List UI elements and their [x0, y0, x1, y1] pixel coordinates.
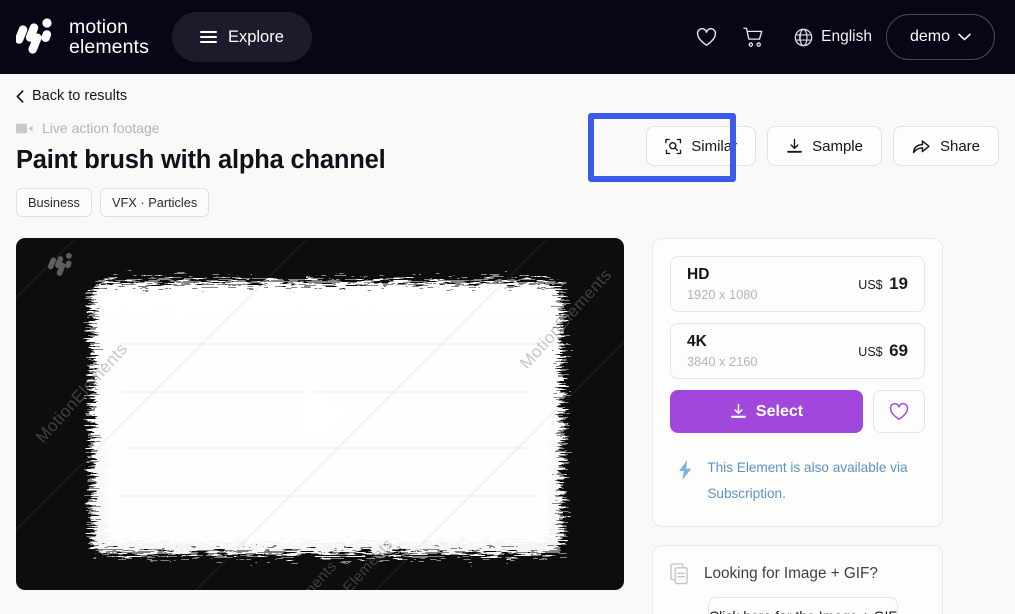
detail-content: MotionElements MotionElements MotionElem…	[16, 238, 999, 614]
download-icon	[787, 138, 802, 153]
fourk-name: 4K	[687, 333, 707, 350]
logo[interactable]: motion elements	[16, 17, 149, 57]
image-gif-panel: Looking for Image + GIF? Click here for …	[652, 545, 943, 614]
purchase-row: Select	[670, 390, 925, 433]
similar-search-icon	[665, 138, 682, 154]
logo-text: motion elements	[69, 17, 149, 57]
cart-icon	[743, 27, 763, 47]
resolution-option-4k[interactable]: 4K 3840 x 2160 US$ 69	[670, 323, 925, 379]
account-label: demo	[909, 28, 950, 45]
sample-label: Sample	[812, 137, 863, 155]
account-menu-button[interactable]: demo	[885, 14, 995, 60]
cart-button[interactable]	[730, 15, 778, 59]
watermark-logo-icon	[48, 252, 72, 276]
item-actions: Similar Sample Share	[646, 126, 999, 166]
chevron-down-icon	[958, 33, 971, 41]
share-button[interactable]: Share	[892, 126, 999, 166]
explore-button[interactable]: Explore	[171, 12, 312, 62]
tag-vfx-particles[interactable]: VFX · Particles	[99, 188, 210, 217]
fourk-price: US$ 69	[858, 341, 908, 361]
select-button[interactable]: Select	[670, 390, 863, 433]
subscription-text[interactable]: This Element is also available via Subsc…	[707, 455, 923, 507]
add-to-favorites-button[interactable]	[873, 390, 925, 433]
purchase-rail: HD 1920 x 1080 US$ 19 4K 3840 x 2160 US$	[652, 238, 943, 614]
hamburger-icon	[199, 30, 217, 44]
hd-amount: 19	[889, 274, 908, 293]
similar-label: Similar	[691, 137, 738, 155]
favorites-button[interactable]	[682, 15, 730, 59]
logo-line-1: motion	[69, 16, 129, 38]
similar-button[interactable]: Similar	[646, 126, 757, 166]
fourk-currency: US$	[858, 345, 883, 359]
chevron-left-icon	[16, 89, 24, 103]
header-actions: English demo	[682, 14, 995, 60]
play-button-icon[interactable]	[283, 377, 357, 451]
fourk-dimensions: 3840 x 2160	[687, 354, 758, 369]
hd-currency: US$	[858, 278, 883, 292]
tag-list: Business VFX · Particles	[16, 188, 999, 217]
globe-icon	[794, 28, 813, 46]
tag-business[interactable]: Business	[16, 188, 92, 217]
download-icon	[730, 403, 746, 418]
hd-name: HD	[687, 266, 710, 283]
heart-icon	[696, 27, 716, 46]
logo-line-2: elements	[69, 36, 149, 58]
subscription-notice: This Element is also available via Subsc…	[670, 451, 925, 509]
video-camera-icon	[16, 123, 33, 133]
language-selector[interactable]: English	[794, 28, 872, 47]
select-label: Select	[755, 402, 804, 420]
hd-price: US$ 19	[858, 274, 908, 294]
fourk-amount: 69	[889, 341, 908, 360]
motionelements-logo-icon	[16, 18, 52, 54]
heart-icon	[889, 402, 909, 420]
share-arrow-icon	[912, 139, 930, 153]
language-label: English	[821, 28, 872, 45]
image-gif-button[interactable]: Click here for the Image + GIF	[708, 597, 898, 614]
back-label: Back to results	[32, 88, 128, 104]
image-gif-header: Looking for Image + GIF?	[670, 563, 925, 585]
share-label: Share	[939, 137, 980, 155]
video-preview[interactable]: MotionElements MotionElements MotionElem…	[16, 238, 624, 590]
sample-button[interactable]: Sample	[767, 126, 882, 166]
image-gif-title: Looking for Image + GIF?	[704, 565, 878, 582]
site-header: motion elements Explore English demo	[0, 0, 1015, 74]
pricing-card: HD 1920 x 1080 US$ 19 4K 3840 x 2160 US$	[652, 238, 943, 527]
resolution-option-hd[interactable]: HD 1920 x 1080 US$ 19	[670, 256, 925, 312]
explore-label: Explore	[227, 27, 284, 46]
hd-dimensions: 1920 x 1080	[687, 287, 758, 302]
page-body: Back to results Live action footage Pain…	[0, 74, 1015, 614]
lightning-bolt-icon	[679, 460, 692, 480]
back-to-results-link[interactable]: Back to results	[16, 74, 999, 114]
media-kind-label: Live action footage	[42, 120, 160, 136]
documents-icon	[670, 563, 688, 585]
